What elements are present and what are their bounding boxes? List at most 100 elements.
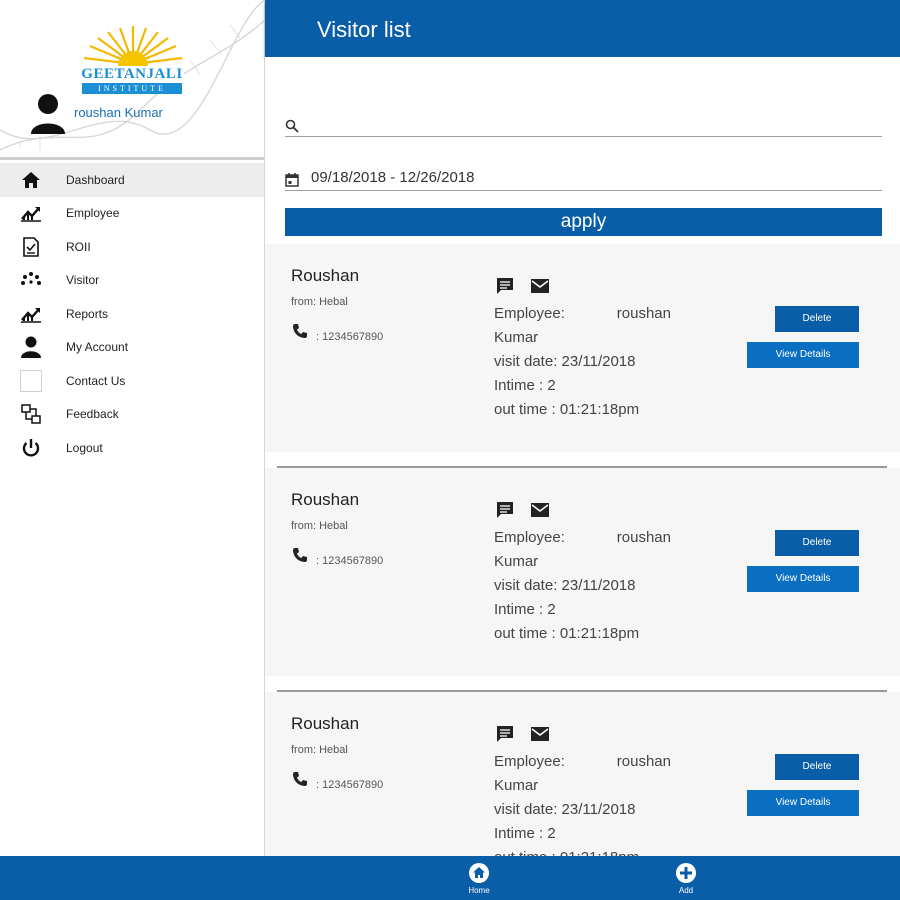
sidebar-item-logout[interactable]: Logout	[0, 431, 264, 465]
main-content: 09/18/2018 - 12/26/2018 apply Roushan fr…	[265, 57, 900, 856]
sidebar-item-my-account[interactable]: My Account	[0, 331, 264, 365]
feedback-icon	[20, 403, 42, 425]
date-range-field[interactable]: 09/18/2018 - 12/26/2018	[285, 165, 882, 191]
employee-first-name: roushan	[616, 753, 671, 770]
date-range-value: 09/18/2018 - 12/26/2018	[311, 169, 475, 186]
app-header: Visitor list	[265, 0, 900, 57]
search-input[interactable]	[311, 111, 881, 136]
sidebar-item-label: My Account	[66, 340, 129, 355]
blank-icon	[20, 369, 42, 392]
employee-line: Employee: roushan	[494, 526, 671, 550]
employee-last-name: Kumar	[494, 329, 539, 346]
visitor-name: Roushan	[291, 490, 360, 509]
bottom-nav-add-label: Add	[678, 886, 694, 895]
visitor-name: Roushan	[291, 714, 360, 733]
add-circle-icon	[676, 863, 696, 883]
document-icon	[20, 236, 42, 258]
employee-line: Employee: roushan	[494, 750, 671, 774]
search-field	[285, 111, 882, 137]
search-icon	[285, 119, 299, 133]
employee-last-name: Kumar	[494, 553, 539, 570]
visit-date: visit date: 23/11/2018	[494, 353, 636, 370]
visitor-phone: : 1234567890	[316, 779, 384, 791]
out-time: out time : 01:21:18pm	[494, 625, 640, 642]
visitor-phone: : 1234567890	[316, 331, 384, 343]
intime: Intime : 2	[494, 601, 556, 618]
sidebar-header: GEETANJALI INSTITUTE roushan Kumar	[0, 0, 264, 160]
mail-icon[interactable]	[530, 500, 550, 520]
visit-date: visit date: 23/11/2018	[494, 577, 636, 594]
mail-icon[interactable]	[530, 724, 550, 744]
sidebar-item-label: Logout	[66, 440, 103, 455]
delete-button[interactable]: Delete	[775, 754, 859, 780]
sidebar-item-label: Visitor	[66, 273, 100, 288]
calendar-icon	[285, 173, 299, 187]
sidebar-item-label: Reports	[66, 306, 109, 321]
trending-up-icon	[20, 202, 42, 224]
visitor-card: Roushan from: Hebal : 1234567890 Employe…	[265, 244, 900, 452]
home-icon	[20, 169, 42, 191]
out-time: out time : 01:21:18pm	[494, 846, 671, 856]
employee-last-name: Kumar	[494, 777, 539, 794]
visitor-card: Roushan from: Hebal : 1234567890 Employe…	[265, 692, 900, 856]
user-avatar-icon	[31, 94, 65, 134]
delete-button[interactable]: Delete	[775, 530, 859, 556]
apply-button[interactable]: apply	[285, 208, 882, 236]
trending-up-icon	[20, 303, 42, 325]
sidebar-item-reports[interactable]: Reports	[0, 297, 264, 331]
employee-label: Employee:	[494, 529, 565, 546]
home-circle-icon	[469, 863, 489, 883]
sidebar-item-roii[interactable]: ROII	[0, 230, 264, 264]
phone-icon	[293, 772, 307, 786]
visit-details: Employee: roushan Kumar visit date: 23/1…	[494, 750, 671, 856]
visitor-phone: : 1234567890	[316, 555, 384, 567]
person-icon	[20, 336, 42, 359]
sidebar-item-label: ROII	[66, 239, 91, 254]
sidebar: GEETANJALI INSTITUTE roushan Kumar Dashb…	[0, 0, 265, 856]
sidebar-item-feedback[interactable]: Feedback	[0, 398, 264, 432]
employee-line: Employee: roushan	[494, 302, 671, 326]
view-details-button[interactable]: View Details	[747, 790, 859, 816]
page-title: Visitor list	[317, 17, 411, 42]
chat-icon[interactable]	[495, 724, 515, 744]
sidebar-item-employee[interactable]: Employee	[0, 197, 264, 231]
bottom-nav-home[interactable]: Home	[459, 862, 499, 895]
logo-subtext: INSTITUTE	[82, 83, 182, 94]
intime: Intime : 2	[494, 377, 556, 394]
visitor-from: from: Hebal	[291, 296, 348, 308]
visit-details: Employee: roushan Kumar visit date: 23/1…	[494, 526, 671, 646]
user-name: roushan Kumar	[74, 105, 163, 120]
sidebar-item-label: Dashboard	[66, 172, 125, 187]
chat-icon[interactable]	[495, 276, 515, 296]
sidebar-item-dashboard[interactable]: Dashboard	[0, 163, 264, 197]
bottom-nav-bar: Home Add	[0, 856, 900, 900]
out-time: out time : 01:21:18pm	[494, 401, 640, 418]
sidebar-menu: Dashboard Employee ROII Visitor Reports	[0, 160, 264, 465]
employee-label: Employee:	[494, 305, 565, 322]
employee-first-name: roushan	[616, 305, 671, 322]
visitor-name: Roushan	[291, 266, 360, 285]
visit-details: Employee: roushan Kumar visit date: 23/1…	[494, 302, 671, 422]
logo-text: GEETANJALI	[81, 66, 183, 82]
mail-icon[interactable]	[530, 276, 550, 296]
visitor-card: Roushan from: Hebal : 1234567890 Employe…	[265, 468, 900, 676]
sidebar-item-label: Contact Us	[66, 373, 126, 388]
bottom-nav-home-label: Home	[468, 886, 490, 895]
employee-first-name: roushan	[616, 529, 671, 546]
visit-date: visit date: 23/11/2018	[494, 801, 636, 818]
phone-icon	[293, 324, 307, 338]
sidebar-item-label: Feedback	[66, 407, 119, 422]
power-icon	[20, 437, 42, 459]
delete-button[interactable]: Delete	[775, 306, 859, 332]
phone-icon	[293, 548, 307, 562]
chat-icon[interactable]	[495, 500, 515, 520]
loading-dots-icon	[20, 269, 42, 291]
view-details-button[interactable]: View Details	[747, 566, 859, 592]
intime: Intime : 2	[494, 825, 556, 842]
sidebar-item-visitor[interactable]: Visitor	[0, 264, 264, 298]
sidebar-item-contact-us[interactable]: Contact Us	[0, 364, 264, 398]
bottom-nav-add[interactable]: Add	[666, 862, 706, 895]
visitor-from: from: Hebal	[291, 520, 348, 532]
sidebar-item-label: Employee	[66, 206, 120, 221]
view-details-button[interactable]: View Details	[747, 342, 859, 368]
